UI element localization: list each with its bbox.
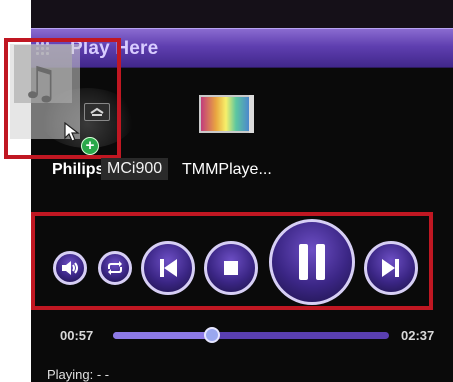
next-button[interactable] bbox=[364, 241, 418, 295]
pause-icon bbox=[299, 244, 325, 280]
speaker-icon bbox=[62, 261, 78, 275]
panel-top-strip bbox=[31, 0, 453, 28]
device-label-philips: Philips bbox=[52, 161, 105, 178]
drag-highlight-box bbox=[4, 38, 121, 159]
device-label-tmm: TMMPlaye... bbox=[182, 161, 272, 178]
repeat-icon bbox=[108, 261, 122, 275]
seek-progress bbox=[113, 332, 213, 339]
pause-button[interactable] bbox=[269, 219, 355, 305]
total-time: 02:37 bbox=[401, 328, 435, 343]
tmm-device-tile[interactable] bbox=[199, 95, 254, 133]
previous-button[interactable] bbox=[141, 241, 195, 295]
next-icon bbox=[382, 259, 399, 277]
playback-controls bbox=[40, 217, 432, 307]
current-time: 00:57 bbox=[60, 328, 94, 343]
now-playing-status: Playing: - - bbox=[47, 367, 110, 382]
repeat-button[interactable] bbox=[98, 251, 132, 285]
previous-icon bbox=[160, 259, 177, 277]
device-label-model: MCi900 bbox=[101, 158, 169, 180]
stop-icon bbox=[224, 261, 238, 275]
stop-button[interactable] bbox=[204, 241, 258, 295]
volume-button[interactable] bbox=[53, 251, 87, 285]
